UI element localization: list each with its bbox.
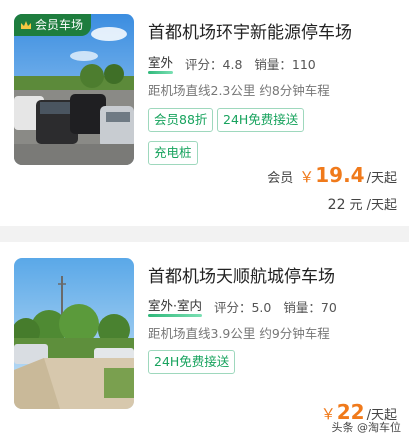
member-badge-label: 会员车场 [35,18,84,32]
rating-text: 评分：5.0 [213,299,272,315]
parking-lot-image [14,14,134,165]
chip-free-shuttle: 24H免费接送 [148,350,236,374]
distance-text: 距机场直线2.3公里 约8分钟车程 [148,83,330,98]
member-price-row: 会员 ￥ 19.4 /天起 [267,163,397,187]
listing-title[interactable]: 首都机场天顺航城停车场 [148,262,335,287]
sales-text: 销量：110 [254,56,316,72]
parking-lot-photo[interactable]: 会员车场 [14,14,134,165]
location-type-tag: 室外 [148,52,174,74]
normal-price-suffix: 元 /天起 [349,198,397,213]
member-price-value: 19.4 [315,163,365,187]
parking-lot-photo[interactable] [14,258,134,409]
parking-lot-image [14,258,134,409]
crown-icon [21,21,31,29]
currency-symbol: ￥ [299,168,315,186]
listing-meta: 室外·室内 评分：5.0 销量：70 [148,295,337,317]
rating-text: 评分：4.8 [185,56,243,72]
normal-price-value: 22 [327,197,346,213]
chip-free-shuttle: 24H免费接送 [217,108,305,132]
parking-listing-card[interactable]: 首都机场天顺航城停车场 室外·室内 评分：5.0 销量：70 距机场直线3.9公… [0,242,409,441]
chip-member-discount: 会员88折 [148,108,214,132]
listing-title[interactable]: 首都机场环宇新能源停车场 [148,18,352,43]
normal-price-row: 22 元 /天起 [328,194,397,213]
member-price-label: 会员 [267,171,294,186]
chip-charging: 充电桩 [148,141,198,165]
listing-meta: 室外 评分：4.8 销量：110 [148,52,316,74]
member-lot-badge: 会员车场 [14,14,92,36]
source-watermark: 头条 @淘车位 [331,421,402,434]
location-type-tag: 室外·室内 [148,295,202,317]
distance-text: 距机场直线3.9公里 约9分钟车程 [148,326,330,341]
sales-text: 销量：70 [283,299,337,315]
parking-listing-card[interactable]: 会员车场 首都机场环宇新能源停车场 室外 评分：4.8 销量：110 距机场直线… [0,0,409,226]
per-day-label: /天起 [366,171,397,186]
